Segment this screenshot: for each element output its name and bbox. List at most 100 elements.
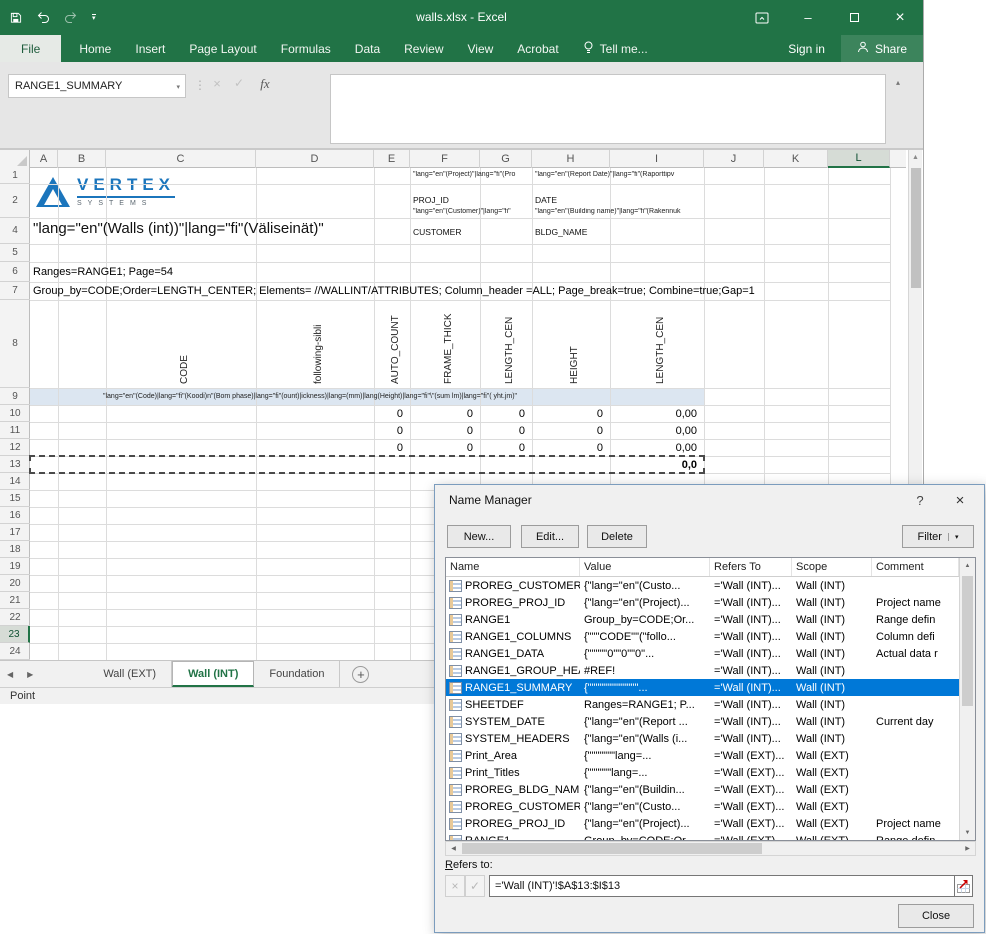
- vertical-scrollbar-thumb[interactable]: [911, 168, 921, 288]
- ribbon-tab-formulas[interactable]: Formulas: [269, 35, 343, 62]
- name-manager-row[interactable]: PROREG_CUSTOMER{"lang="en"(Custo...='Wal…: [446, 577, 959, 594]
- cell-H2[interactable]: DATE: [535, 196, 557, 206]
- scroll-up-icon[interactable]: ▲: [909, 150, 922, 164]
- cell-I11[interactable]: 0,00: [611, 425, 697, 438]
- cell-H2[interactable]: "lang="en"(Building name)"|lang="fi"(Rak…: [535, 208, 703, 216]
- names-list-hscrollbar[interactable]: ◀ ▶: [445, 841, 976, 856]
- refers-to-input[interactable]: ='Wall (INT)'!$A$13:$I$13: [489, 875, 955, 897]
- cell-F12[interactable]: 0: [411, 442, 473, 455]
- sheet-tab-wall-int-[interactable]: Wall (INT): [172, 661, 254, 687]
- cell-A4[interactable]: "lang="en"(Walls (int))"|lang="fi"(Välis…: [33, 220, 324, 237]
- nm-column-scope[interactable]: Scope: [792, 558, 872, 576]
- sign-in-button[interactable]: Sign in: [772, 35, 841, 62]
- filter-button[interactable]: Filter ▾: [902, 525, 974, 548]
- column-header-F[interactable]: F: [410, 150, 480, 168]
- cell-C9[interactable]: "lang="en"(Code)|lang="fi"(Koodi)n"(Bom …: [103, 393, 517, 401]
- cell-A6[interactable]: Ranges=RANGE1; Page=54: [33, 266, 173, 279]
- column-header-J[interactable]: J: [704, 150, 764, 168]
- cell-F11[interactable]: 0: [411, 425, 473, 438]
- cell-G10[interactable]: 0: [481, 408, 525, 421]
- column-header-L[interactable]: L: [828, 150, 890, 168]
- name-manager-row[interactable]: RANGE1_COLUMNS{"""CODE""("follo...='Wall…: [446, 628, 959, 645]
- column-header-D[interactable]: D: [256, 150, 374, 168]
- column-header-C[interactable]: C: [106, 150, 256, 168]
- name-manager-row[interactable]: SHEETDEFRanges=RANGE1; P...='Wall (INT).…: [446, 696, 959, 713]
- nm-column-comment[interactable]: Comment: [872, 558, 959, 576]
- name-manager-row[interactable]: PROREG_CUSTOMER{"lang="en"(Custo...='Wal…: [446, 798, 959, 815]
- dialog-close-icon[interactable]: ×: [944, 487, 976, 513]
- maximize-button[interactable]: [831, 0, 877, 35]
- cell-H11[interactable]: 0: [533, 425, 603, 438]
- column-header-H[interactable]: H: [532, 150, 610, 168]
- name-manager-row[interactable]: RANGE1Group_by=CODE;Or...='Wall (INT)...…: [446, 611, 959, 628]
- cell-E12[interactable]: 0: [375, 442, 403, 455]
- name-manager-row[interactable]: RANGE1_SUMMARY{"""""""""""""...='Wall (I…: [446, 679, 959, 696]
- ribbon-tab-insert[interactable]: Insert: [123, 35, 177, 62]
- ribbon-display-options-icon[interactable]: [739, 0, 785, 35]
- enter-icon[interactable]: ✓: [465, 875, 485, 897]
- scroll-left-icon[interactable]: ◀: [446, 842, 461, 855]
- formula-input[interactable]: [330, 74, 886, 144]
- share-button[interactable]: Share: [841, 35, 923, 62]
- ribbon-tab-home[interactable]: Home: [67, 35, 123, 62]
- ribbon-tab-view[interactable]: View: [456, 35, 506, 62]
- minimize-button[interactable]: –: [785, 0, 831, 35]
- sheet-nav-left-icon[interactable]: ◀: [0, 661, 20, 687]
- name-box[interactable]: RANGE1_SUMMARY ▾: [8, 74, 186, 98]
- cell-D8[interactable]: following-sibli: [313, 304, 325, 384]
- sheet-nav-right-icon[interactable]: ▶: [20, 661, 40, 687]
- enter-icon[interactable]: ✓: [230, 76, 248, 96]
- cell-F2[interactable]: "lang="en"(Customer)"|lang="fi": [413, 208, 531, 216]
- cell-E11[interactable]: 0: [375, 425, 403, 438]
- column-header-A[interactable]: A: [30, 150, 58, 168]
- cell-C8[interactable]: CODE: [179, 304, 191, 384]
- names-list-scrollbar[interactable]: ▲ ▼: [959, 558, 975, 840]
- tell-me-box[interactable]: Tell me...: [571, 35, 660, 62]
- range-picker-icon[interactable]: [955, 875, 973, 897]
- delete-name-button[interactable]: Delete: [587, 525, 647, 548]
- insert-function-icon[interactable]: fx: [254, 76, 276, 96]
- close-dialog-button[interactable]: Close: [898, 904, 974, 928]
- name-manager-row[interactable]: Print_Titles{""""""lang=...='Wall (EXT).…: [446, 764, 959, 781]
- cell-F1[interactable]: "lang="en"(Project)"|lang="fi"(Pro: [413, 171, 531, 179]
- cell-A7[interactable]: Group_by=CODE;Order=LENGTH_CENTER; Eleme…: [33, 285, 755, 298]
- name-manager-row[interactable]: SYSTEM_HEADERS{"lang="en"(Walls (i...='W…: [446, 730, 959, 747]
- ribbon-tab-page-layout[interactable]: Page Layout: [177, 35, 268, 62]
- scroll-down-icon[interactable]: ▼: [960, 825, 975, 840]
- nm-column-refers-to[interactable]: Refers To: [710, 558, 792, 576]
- name-manager-row[interactable]: PROREG_BLDG_NAME{"lang="en"(Buildin...='…: [446, 781, 959, 798]
- cancel-icon[interactable]: ×: [208, 76, 226, 96]
- edit-name-button[interactable]: Edit...: [521, 525, 579, 548]
- names-list-scrollbar-thumb[interactable]: [962, 576, 973, 706]
- cell-G8[interactable]: LENGTH_CEN: [504, 304, 516, 384]
- select-all-corner[interactable]: [0, 150, 30, 168]
- cell-I10[interactable]: 0,00: [611, 408, 697, 421]
- name-box-dropdown-icon[interactable]: ▾: [176, 83, 180, 91]
- cell-H4[interactable]: BLDG_NAME: [535, 228, 587, 238]
- help-icon[interactable]: ?: [904, 487, 936, 513]
- name-manager-row[interactable]: Print_Area{"""""""lang=...='Wall (EXT)..…: [446, 747, 959, 764]
- cell-I12[interactable]: 0,00: [611, 442, 697, 455]
- cell-H12[interactable]: 0: [533, 442, 603, 455]
- cell-F8[interactable]: FRAME_THICK: [443, 304, 455, 384]
- column-header-E[interactable]: E: [374, 150, 410, 168]
- cell-G11[interactable]: 0: [481, 425, 525, 438]
- cell-F4[interactable]: CUSTOMER: [413, 228, 462, 238]
- cell-E10[interactable]: 0: [375, 408, 403, 421]
- cell-I8[interactable]: LENGTH_CEN: [655, 304, 667, 384]
- cell-H10[interactable]: 0: [533, 408, 603, 421]
- cell-H1[interactable]: "lang="en"(Report Date)"|lang="fi"(Rapor…: [535, 171, 703, 179]
- cell-F2[interactable]: PROJ_ID: [413, 196, 449, 206]
- nm-column-name[interactable]: Name: [446, 558, 580, 576]
- column-header-I[interactable]: I: [610, 150, 704, 168]
- scroll-up-icon[interactable]: ▲: [960, 558, 975, 573]
- sheet-tab-foundation[interactable]: Foundation: [254, 661, 340, 687]
- column-header-B[interactable]: B: [58, 150, 106, 168]
- column-header-K[interactable]: K: [764, 150, 828, 168]
- cell-G12[interactable]: 0: [481, 442, 525, 455]
- name-manager-row[interactable]: PROREG_PROJ_ID{"lang="en"(Project)...='W…: [446, 594, 959, 611]
- name-manager-row[interactable]: RANGE1_GROUP_HEA...#REF!='Wall (INT)...W…: [446, 662, 959, 679]
- name-manager-row[interactable]: RANGE1_DATA{"""""0""0""0"...='Wall (INT)…: [446, 645, 959, 662]
- new-sheet-button[interactable]: +: [352, 666, 369, 683]
- cell-H8[interactable]: HEIGHT: [569, 304, 581, 384]
